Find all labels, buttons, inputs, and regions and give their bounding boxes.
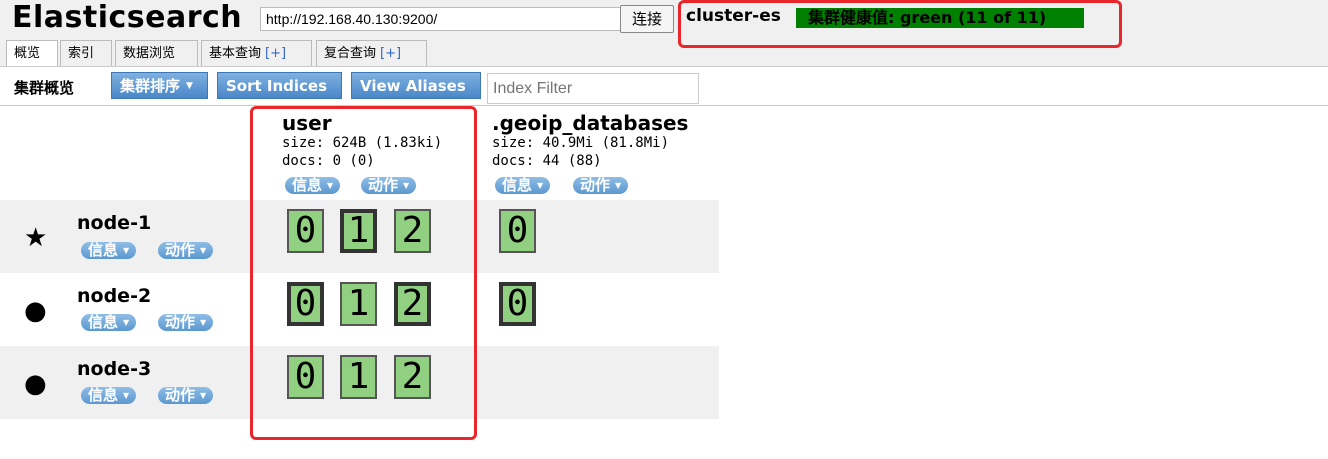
tab-basic-query[interactable]: 基本查询 [+] <box>201 40 312 66</box>
tab-plus: [+] <box>380 46 402 61</box>
button-label: View Aliases <box>360 77 466 95</box>
node-info-button[interactable]: 信息 ▼ <box>81 386 137 404</box>
node-name: node-2 <box>77 285 152 307</box>
chevron-down-icon: ▼ <box>123 318 130 327</box>
button-label: 信息 <box>88 241 119 259</box>
node-action-button[interactable]: 动作 ▼ <box>158 313 214 331</box>
node-info-button[interactable]: 信息 ▼ <box>81 241 137 259</box>
toolbar-title: 集群概览 <box>14 79 75 97</box>
chevron-down-icon: ▼ <box>200 391 207 400</box>
index-docs: docs: 44 (88) <box>492 153 602 169</box>
node-info-button[interactable]: 信息 ▼ <box>81 313 137 331</box>
chevron-down-icon: ▼ <box>123 246 130 255</box>
button-label: 集群排序 <box>120 77 181 95</box>
app-title: Elasticsearch <box>12 0 243 35</box>
sort-indices-button[interactable]: Sort Indices ▼ <box>217 72 342 118</box>
tab-label: 数据浏览 <box>123 46 176 61</box>
chevron-down-icon: ▼ <box>537 181 544 190</box>
button-label: 动作 <box>165 386 196 404</box>
circle-icon: ● <box>24 369 47 399</box>
chevron-down-icon: ▼ <box>123 391 130 400</box>
node-action-button[interactable]: 动作 ▼ <box>158 241 214 259</box>
button-label: 动作 <box>165 241 196 259</box>
shard-number: 0 <box>506 283 529 324</box>
highlight-box-user-index <box>250 106 477 440</box>
star-icon: ★ <box>24 223 48 253</box>
shard[interactable]: 0 <box>499 209 536 253</box>
tab-plus: [+] <box>265 46 287 61</box>
chevron-down-icon: ▼ <box>186 81 193 91</box>
button-label: 信息 <box>88 386 119 404</box>
chevron-down-icon: ▼ <box>615 181 622 190</box>
index-filter-input[interactable] <box>487 73 699 104</box>
highlight-box-cluster <box>678 0 1122 48</box>
tab-label: 索引 <box>68 46 95 61</box>
index-action-button[interactable]: 动作 ▼ <box>573 176 629 194</box>
tab-browser[interactable]: 数据浏览 <box>115 40 198 66</box>
chevron-down-icon: ▼ <box>200 246 207 255</box>
tab-label: 复合查询 <box>324 46 377 61</box>
shard[interactable]: 0 <box>499 282 536 326</box>
node-name: node-1 <box>77 212 152 234</box>
tab-indices[interactable]: 索引 <box>60 40 112 66</box>
sort-cluster-button[interactable]: 集群排序 ▼ <box>111 72 208 99</box>
chevron-down-icon: ▼ <box>232 108 239 118</box>
button-label: 动作 <box>580 176 611 194</box>
tab-label: 概览 <box>14 46 41 61</box>
index-info-button[interactable]: 信息 ▼ <box>495 176 551 194</box>
button-label: 信息 <box>502 176 533 194</box>
node-name: node-3 <box>77 358 152 380</box>
circle-icon: ● <box>24 296 47 326</box>
node-action-button[interactable]: 动作 ▼ <box>158 386 214 404</box>
tab-compound-query[interactable]: 复合查询 [+] <box>316 40 427 66</box>
chevron-down-icon: ▼ <box>200 318 207 327</box>
connect-button[interactable]: 连接 <box>620 5 674 33</box>
view-aliases-button[interactable]: View Aliases▼ <box>351 72 481 118</box>
tab-label: 基本查询 <box>209 46 262 61</box>
url-input[interactable] <box>260 7 621 31</box>
button-label: 信息 <box>88 313 119 331</box>
index-name-geoip: .geoip_databases <box>492 111 689 135</box>
index-size: size: 40.9Mi (81.8Mi) <box>492 135 670 151</box>
button-label: 动作 <box>165 313 196 331</box>
tab-overview[interactable]: 概览 <box>6 40 58 66</box>
shard-number: 0 <box>506 210 529 251</box>
button-label: Sort Indices <box>226 77 328 95</box>
